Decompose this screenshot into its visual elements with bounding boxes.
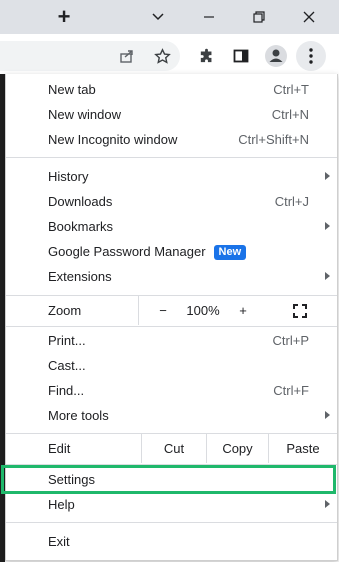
menu-item-label: Help (48, 497, 75, 512)
menu-item-print[interactable]: Print... Ctrl+P (6, 328, 337, 353)
menu-item-shortcut: Ctrl+N (271, 107, 309, 122)
menu-kebab-icon (309, 48, 313, 64)
share-button[interactable] (112, 41, 142, 71)
menu-button[interactable] (296, 41, 326, 71)
chevron-down-icon (152, 13, 164, 21)
share-icon (120, 50, 133, 63)
menu-item-password-manager[interactable]: Google Password Manager New (6, 239, 337, 264)
submenu-arrow-icon (325, 272, 330, 280)
fullscreen-icon[interactable] (293, 304, 307, 318)
menu-item-label: More tools (48, 408, 109, 423)
extensions-icon (200, 48, 211, 62)
paste-button[interactable]: Paste (268, 434, 337, 463)
menu-item-label: Cast... (48, 358, 86, 373)
menu-item-new-incognito-window[interactable]: New Incognito window Ctrl+Shift+N (6, 127, 337, 152)
edit-label: Edit (48, 441, 71, 456)
menu-item-help[interactable]: Help (6, 492, 337, 517)
menu-item-shortcut: Ctrl+F (273, 383, 309, 398)
menu-item-label: Google Password Manager (48, 244, 206, 259)
menu-item-cast[interactable]: Cast... (6, 353, 337, 378)
menu-separator (6, 326, 337, 327)
minimize-button[interactable] (192, 0, 226, 34)
close-button[interactable] (292, 0, 326, 34)
close-icon (303, 11, 315, 23)
menu-item-history[interactable]: History (6, 164, 337, 189)
copy-button[interactable]: Copy (206, 434, 268, 463)
menu-item-shortcut: Ctrl+Shift+N (238, 132, 309, 147)
menu-item-label: Find... (48, 383, 85, 398)
submenu-arrow-icon (325, 500, 330, 508)
side-panel-button[interactable] (226, 41, 256, 71)
new-tab-button[interactable]: + (48, 0, 80, 34)
restore-icon (253, 11, 265, 23)
tab-search-button[interactable] (142, 0, 174, 34)
side-panel-icon (233, 49, 249, 63)
zoom-level-value: 100% (186, 303, 220, 318)
menu-item-shortcut: Ctrl+J (274, 194, 309, 209)
cut-button[interactable]: Cut (141, 434, 206, 463)
menu-item-extensions[interactable]: Extensions (6, 264, 337, 289)
menu-item-downloads[interactable]: Downloads Ctrl+J (6, 189, 337, 214)
menu-item-label: New Incognito window (48, 132, 178, 147)
menu-item-shortcut: Ctrl+P (272, 333, 309, 348)
menu-item-bookmarks[interactable]: Bookmarks (6, 214, 337, 239)
menu-item-label: New tab (48, 82, 96, 97)
zoom-label: Zoom (48, 303, 82, 318)
menu-separator (6, 522, 337, 523)
submenu-arrow-icon (325, 411, 330, 419)
zoom-row: Zoom − 100% + (6, 296, 337, 325)
new-tab-icon: + (57, 4, 71, 29)
menu-item-shortcut: Ctrl+T (273, 82, 309, 97)
zoom-out-button[interactable]: − (157, 296, 169, 325)
settings-highlight-box (1, 465, 336, 494)
menu-item-label: Print... (48, 333, 86, 348)
edit-row: Edit Cut Copy Paste (6, 434, 337, 463)
menu-item-label: New window (48, 107, 121, 122)
menu-item-exit[interactable]: Exit (6, 529, 337, 554)
menu-item-new-tab[interactable]: New tab Ctrl+T (6, 77, 337, 102)
minimize-icon (204, 16, 214, 18)
menu-separator (6, 157, 337, 158)
zoom-in-button[interactable]: + (237, 296, 249, 325)
submenu-arrow-icon (325, 172, 330, 180)
zoom-controls: − 100% + (138, 296, 337, 325)
bookmark-star-button[interactable] (147, 41, 177, 71)
menu-item-label: Downloads (48, 194, 113, 209)
profile-icon (265, 45, 287, 67)
menu-item-find[interactable]: Find... Ctrl+F (6, 378, 337, 403)
submenu-arrow-icon (325, 222, 330, 230)
menu-item-label: History (48, 169, 89, 184)
menu-item-new-window[interactable]: New window Ctrl+N (6, 102, 337, 127)
profile-button[interactable] (261, 41, 291, 71)
menu-item-more-tools[interactable]: More tools (6, 403, 337, 428)
extensions-button[interactable] (191, 41, 221, 71)
new-badge: New (213, 245, 247, 260)
menu-item-label: Extensions (48, 269, 112, 284)
menu-item-label: Exit (48, 534, 70, 549)
menu-item-label-group: Google Password Manager New (48, 239, 247, 264)
restore-button[interactable] (242, 0, 276, 34)
bookmark-star-icon (153, 47, 171, 64)
menu-item-label: Bookmarks (48, 219, 114, 234)
title-bar: + (0, 0, 339, 34)
